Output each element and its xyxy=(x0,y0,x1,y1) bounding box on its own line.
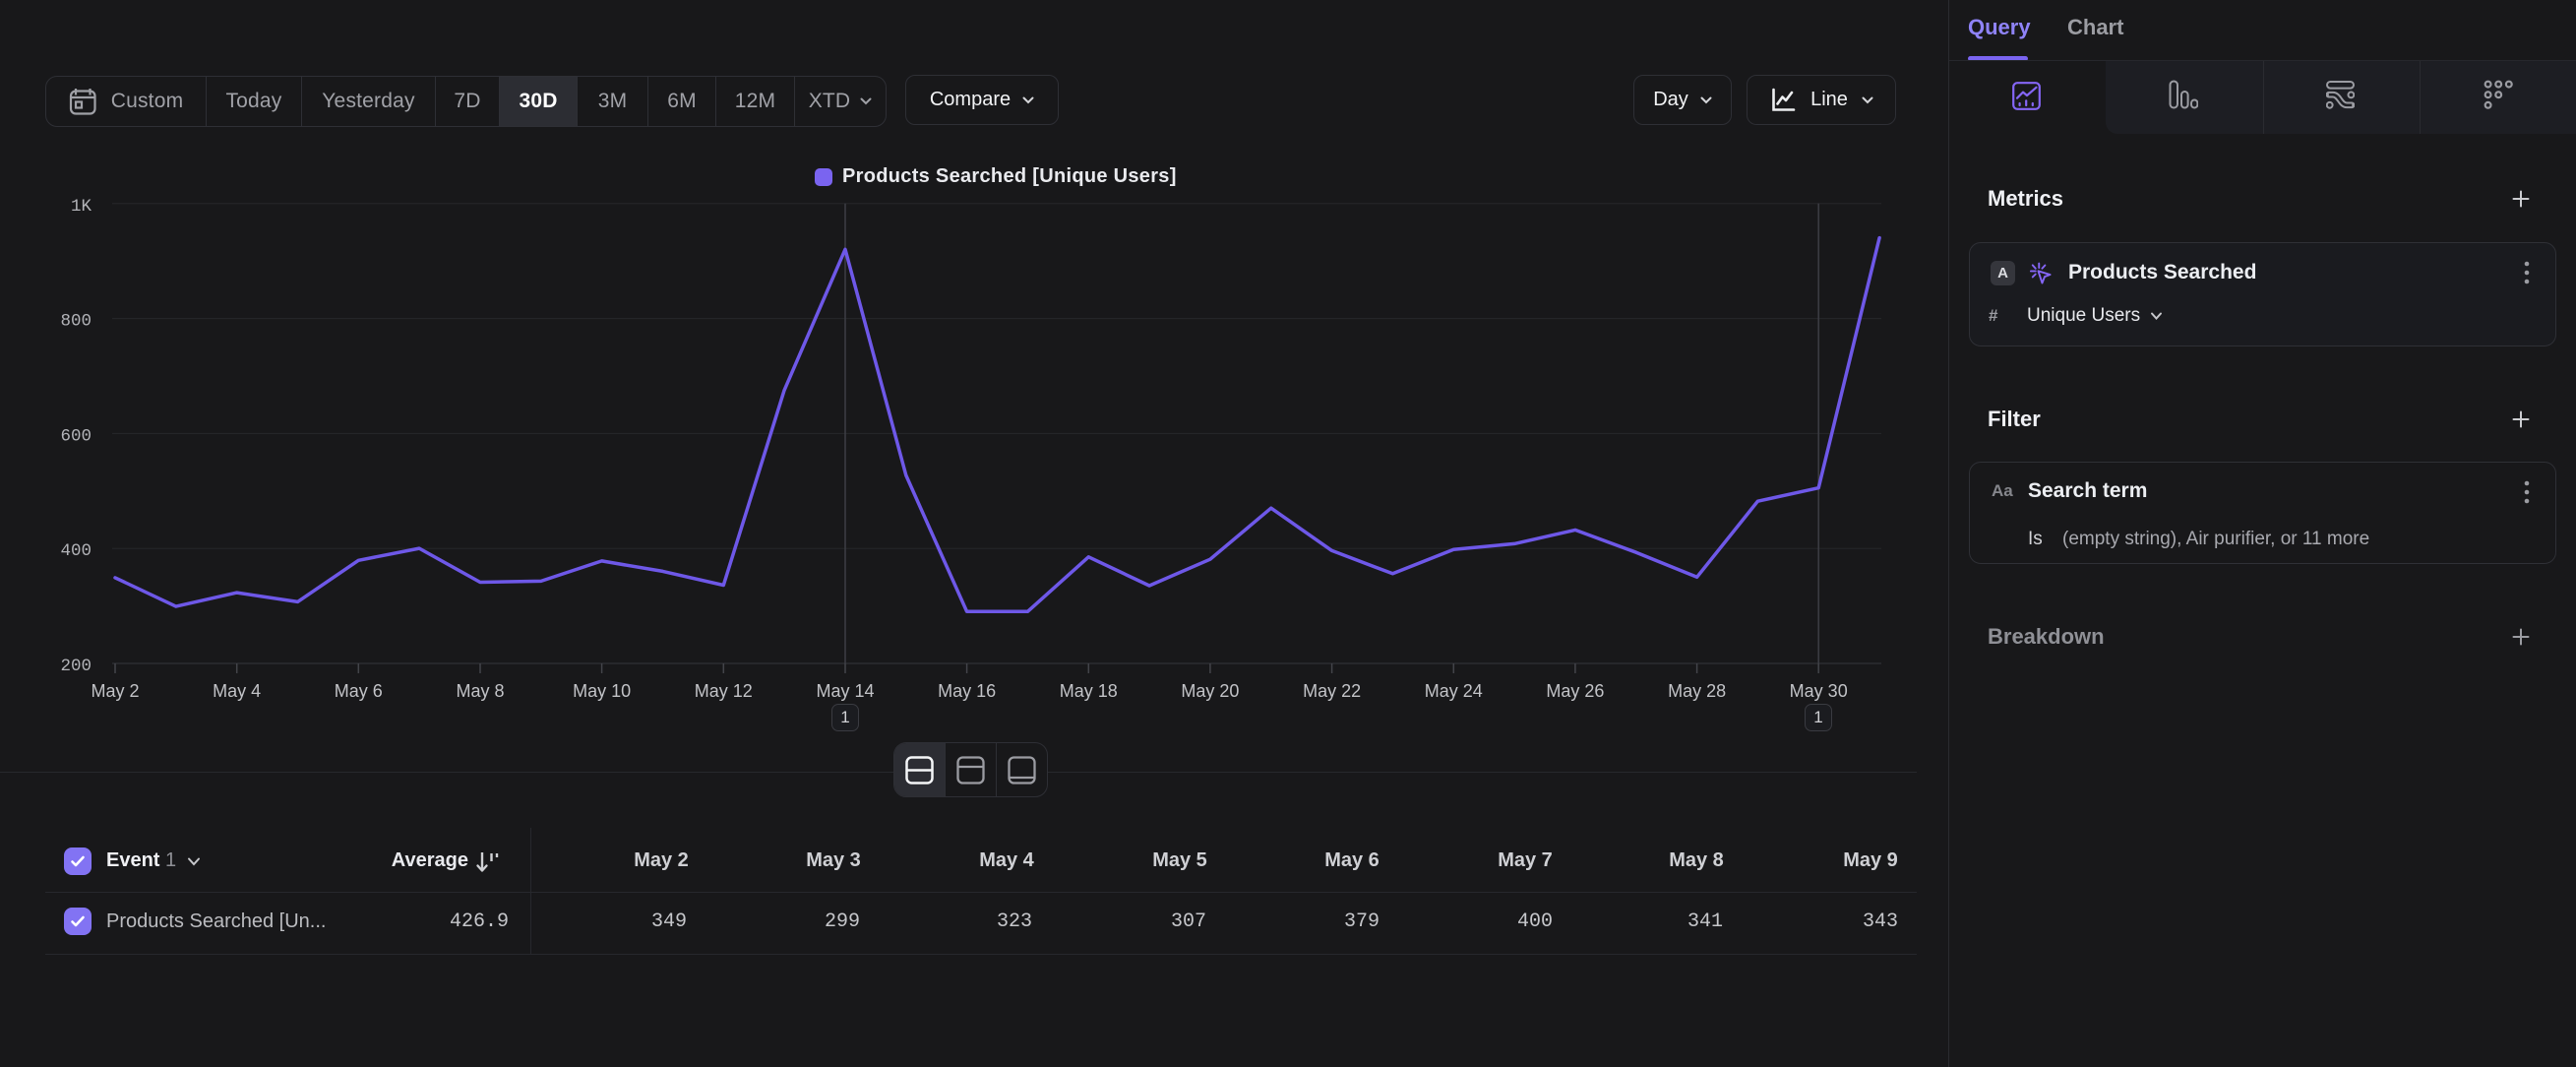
svg-text:1K: 1K xyxy=(71,197,92,217)
svg-text:400: 400 xyxy=(60,541,92,561)
svg-text:May 12: May 12 xyxy=(695,681,753,701)
svg-text:May 8: May 8 xyxy=(456,681,504,701)
svg-text:May 16: May 16 xyxy=(938,681,996,701)
svg-text:600: 600 xyxy=(60,426,92,446)
svg-text:May 18: May 18 xyxy=(1060,681,1118,701)
svg-text:May 2: May 2 xyxy=(91,681,139,701)
svg-text:800: 800 xyxy=(60,312,92,332)
svg-text:200: 200 xyxy=(60,657,92,676)
svg-text:May 24: May 24 xyxy=(1425,681,1483,701)
svg-text:May 6: May 6 xyxy=(335,681,383,701)
svg-text:May 4: May 4 xyxy=(213,681,261,701)
svg-text:May 28: May 28 xyxy=(1668,681,1726,701)
svg-text:May 10: May 10 xyxy=(573,681,631,701)
svg-text:May 22: May 22 xyxy=(1303,681,1361,701)
svg-text:May 30: May 30 xyxy=(1790,681,1848,701)
svg-text:May 14: May 14 xyxy=(816,681,874,701)
svg-text:May 20: May 20 xyxy=(1181,681,1239,701)
svg-text:May 26: May 26 xyxy=(1546,681,1604,701)
